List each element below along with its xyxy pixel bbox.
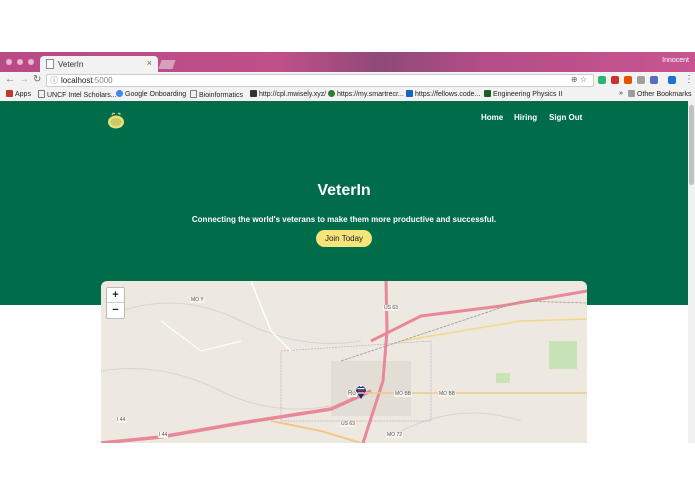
url-text: localhost:5000 xyxy=(61,76,113,85)
url-input[interactable]: ⓘ localhost:5000 ⊕ ☆ xyxy=(46,74,594,87)
map-label: MO Y xyxy=(190,297,205,303)
page-icon xyxy=(46,59,54,69)
map-label: US 63 xyxy=(340,421,356,427)
zoom-control: + − xyxy=(106,287,125,319)
tab-title: VeterIn xyxy=(58,60,84,69)
address-bar-row: ← → ↻ ⓘ localhost:5000 ⊕ ☆ ⋮ xyxy=(0,72,695,88)
bookmark-item[interactable]: https://my.smartrecr... xyxy=(328,90,404,98)
bookmark-item[interactable]: https://fellows.code... xyxy=(406,90,480,98)
page-icon xyxy=(38,90,45,98)
nav-home[interactable]: Home xyxy=(481,113,503,122)
bookmark-item[interactable]: Google Onboarding xyxy=(116,90,186,98)
site-icon xyxy=(406,90,413,97)
google-icon xyxy=(116,90,123,97)
map-label: MO 72 xyxy=(386,432,404,438)
tagline: Connecting the world's veterans to make … xyxy=(191,215,497,224)
nav-hiring[interactable]: Hiring xyxy=(514,113,537,122)
tab-close-icon[interactable]: × xyxy=(147,58,152,68)
maximize-window-icon[interactable] xyxy=(28,59,34,65)
browser-tab[interactable]: VeterIn × xyxy=(40,56,158,72)
profile-name[interactable]: Innocent xyxy=(662,57,689,64)
other-bookmarks[interactable]: Other Bookmarks xyxy=(628,90,691,98)
minimize-window-icon[interactable] xyxy=(17,59,23,65)
map-label: I 44 xyxy=(116,417,127,423)
site-icon xyxy=(484,90,491,97)
map-label: US 63 xyxy=(383,305,399,311)
page-title: VeterIn xyxy=(317,182,371,199)
bookmark-item[interactable]: UNCF Intel Scholars... xyxy=(38,90,117,99)
join-today-button[interactable]: Join Today xyxy=(316,230,372,247)
top-margin xyxy=(0,0,695,52)
bookmark-item[interactable]: http://cpl.mwisely.xyz/ xyxy=(250,90,326,98)
map[interactable] xyxy=(101,281,587,443)
extension-icon[interactable] xyxy=(624,76,632,84)
nav-sign-out[interactable]: Sign Out xyxy=(549,113,582,122)
site-icon xyxy=(328,90,335,97)
info-icon[interactable]: ⓘ xyxy=(50,75,58,86)
browser-tab-strip: VeterIn × Innocent xyxy=(0,52,695,72)
scrollbar[interactable] xyxy=(688,101,695,443)
more-bookmarks-icon[interactable]: » xyxy=(619,90,623,97)
bookmarks-bar: Apps UNCF Intel Scholars... Google Onboa… xyxy=(0,88,695,102)
map-label: MO BB xyxy=(438,391,457,397)
new-tab-button[interactable] xyxy=(158,60,176,69)
extension-icon[interactable] xyxy=(611,76,619,84)
forward-arrow-icon[interactable]: → xyxy=(19,74,29,85)
bookmark-star-icon[interactable]: ⊕ ☆ xyxy=(571,75,587,84)
bookmark-apps[interactable]: Apps xyxy=(6,90,31,98)
zoom-in-button[interactable]: + xyxy=(107,288,124,303)
map-label: MO BB xyxy=(394,391,413,397)
folder-icon xyxy=(628,90,635,97)
bookmark-item[interactable]: Engineering Physics II xyxy=(484,90,562,98)
site-logo[interactable] xyxy=(106,110,126,130)
extension-icon[interactable] xyxy=(598,76,606,84)
bookmark-item[interactable]: Bioinformatics xyxy=(190,90,243,99)
zoom-out-button[interactable]: − xyxy=(107,303,124,318)
menu-icon[interactable]: ⋮ xyxy=(684,74,694,85)
site-icon xyxy=(250,90,257,97)
map-label: I 44 xyxy=(158,432,169,438)
back-arrow-icon[interactable]: ← xyxy=(5,74,15,85)
apps-icon xyxy=(6,90,13,97)
extension-icon[interactable] xyxy=(650,76,658,84)
reload-icon[interactable]: ↻ xyxy=(33,74,41,85)
shield-icon[interactable] xyxy=(668,76,676,84)
hero-section xyxy=(0,101,688,305)
close-window-icon[interactable] xyxy=(6,59,12,65)
scrollbar-thumb[interactable] xyxy=(689,105,694,185)
page-icon xyxy=(190,90,197,98)
location-marker-icon[interactable] xyxy=(355,383,367,399)
extension-icon[interactable] xyxy=(637,76,645,84)
